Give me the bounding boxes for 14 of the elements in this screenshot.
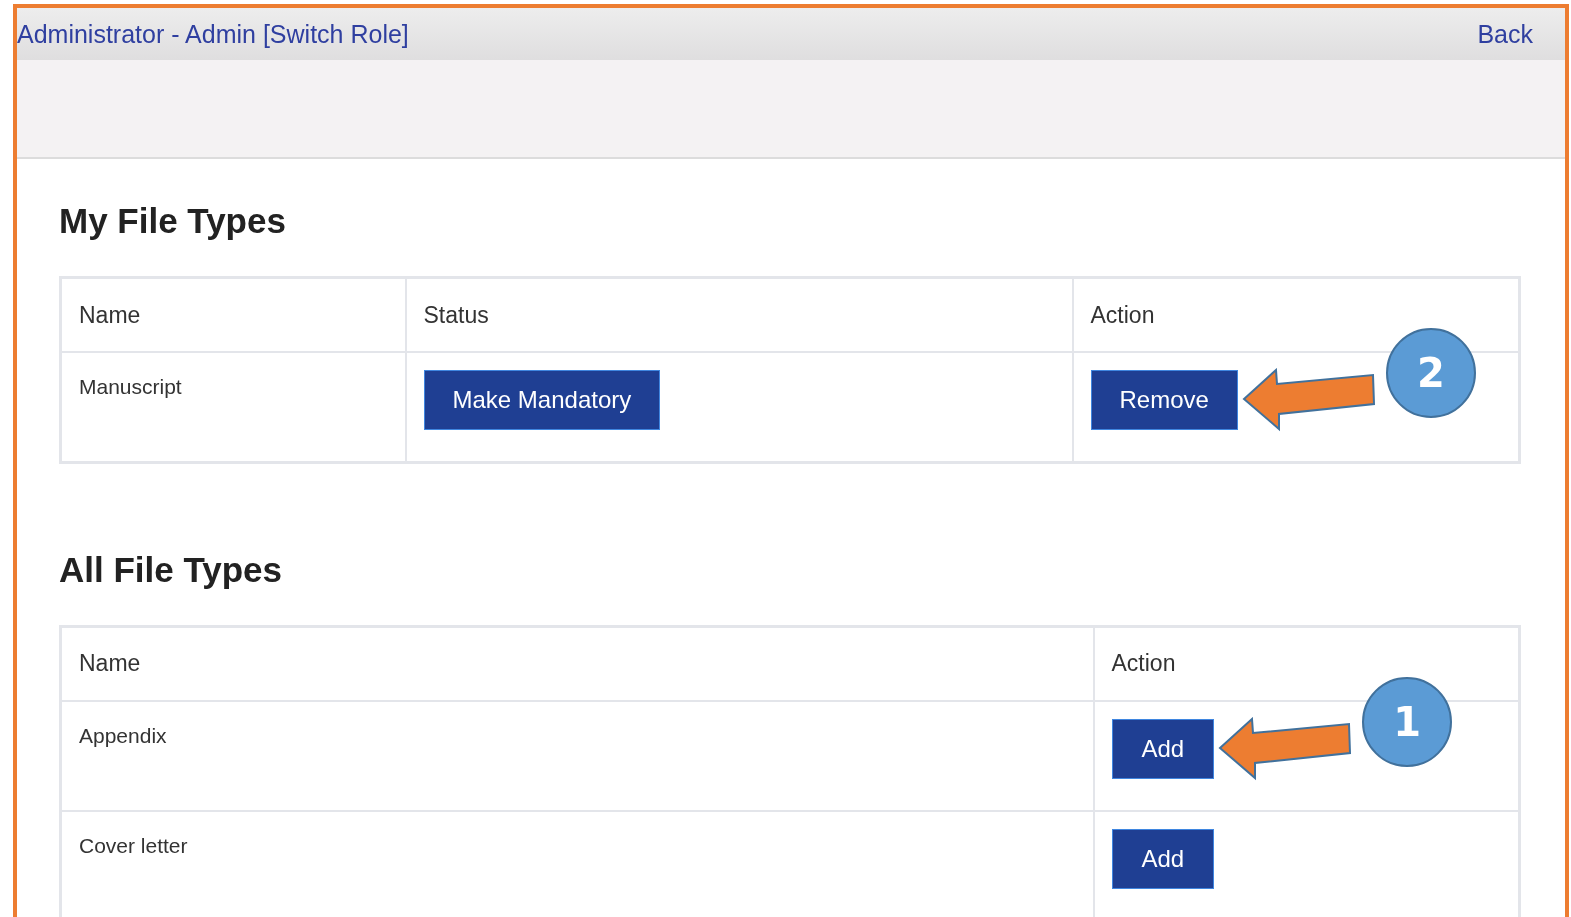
callout-number: 1 bbox=[1362, 676, 1453, 767]
callout-number: 2 bbox=[1385, 328, 1476, 418]
role-link[interactable]: Administrator - Admin [Switch Role] bbox=[17, 19, 409, 49]
back-link[interactable]: Back bbox=[1477, 19, 1533, 49]
make-mandatory-button[interactable]: Make Mandatory bbox=[423, 370, 661, 430]
remove-button[interactable]: Remove bbox=[1090, 370, 1238, 430]
add-button[interactable]: Add bbox=[1111, 828, 1215, 889]
column-header: Name bbox=[60, 626, 1094, 701]
table-cell: Appendix bbox=[60, 700, 1094, 811]
column-header: Status bbox=[405, 277, 1073, 352]
column-header: Name bbox=[60, 277, 406, 352]
section-title: My File Types bbox=[59, 201, 287, 241]
section-title: All File Types bbox=[59, 549, 284, 590]
add-button[interactable]: Add bbox=[1111, 718, 1215, 779]
